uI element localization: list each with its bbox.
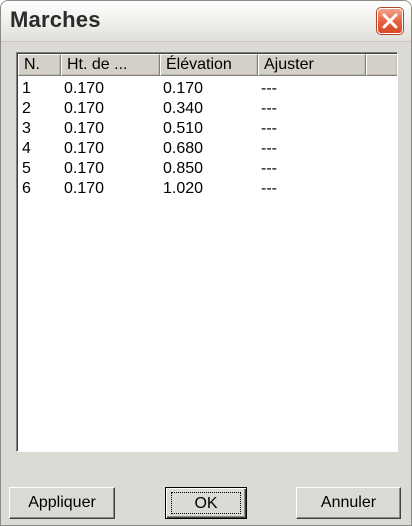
cell-step-height: 0.170 <box>64 160 105 177</box>
cell-elevation: 0.340 <box>163 100 204 117</box>
cell-number: 3 <box>22 120 31 137</box>
cell-adjust: --- <box>261 140 277 157</box>
cell-elevation: 0.170 <box>163 80 204 97</box>
list-row[interactable]: 4 0.170 0.680 --- <box>22 139 392 159</box>
cell-step-height: 0.170 <box>64 120 105 137</box>
cell-adjust: --- <box>261 180 277 197</box>
cell-number: 1 <box>22 80 31 97</box>
cell-elevation: 0.680 <box>163 140 204 157</box>
cell-step-height: 0.170 <box>64 140 105 157</box>
cell-step-height: 0.170 <box>64 180 105 197</box>
cell-elevation: 1.020 <box>163 180 204 197</box>
steps-list[interactable]: N. Ht. de ... Élévation Ajuster 1 0.170 … <box>16 52 398 452</box>
apply-button[interactable]: Appliquer <box>9 487 115 519</box>
title-bar[interactable]: Marches <box>1 1 411 42</box>
list-rows: 1 0.170 0.170 --- 2 0.170 0.340 --- 3 0.… <box>22 79 392 199</box>
dialog-window: Marches N. Ht. de ... Élévation Ajuster … <box>0 0 412 526</box>
list-row[interactable]: 1 0.170 0.170 --- <box>22 79 392 99</box>
close-icon <box>382 13 398 29</box>
list-row[interactable]: 5 0.170 0.850 --- <box>22 159 392 179</box>
column-header-adjust[interactable]: Ajuster <box>258 54 366 76</box>
column-header-step-height[interactable]: Ht. de ... <box>61 54 160 76</box>
cell-number: 5 <box>22 160 31 177</box>
cell-adjust: --- <box>261 100 277 117</box>
list-header: N. Ht. de ... Élévation Ajuster <box>18 54 397 76</box>
column-header-filler <box>366 54 397 76</box>
cell-step-height: 0.170 <box>64 100 105 117</box>
list-row[interactable]: 3 0.170 0.510 --- <box>22 119 392 139</box>
cell-adjust: --- <box>261 160 277 177</box>
ok-button-label: OK <box>171 492 241 514</box>
cell-number: 4 <box>22 140 31 157</box>
cell-adjust: --- <box>261 80 277 97</box>
column-header-number[interactable]: N. <box>18 54 61 76</box>
cell-adjust: --- <box>261 120 277 137</box>
window-title: Marches <box>10 7 101 32</box>
cell-number: 6 <box>22 180 31 197</box>
cell-elevation: 0.850 <box>163 160 204 177</box>
list-row[interactable]: 2 0.170 0.340 --- <box>22 99 392 119</box>
column-header-elevation[interactable]: Élévation <box>160 54 258 76</box>
ok-button[interactable]: OK <box>165 487 247 519</box>
cell-step-height: 0.170 <box>64 80 105 97</box>
cancel-button[interactable]: Annuler <box>296 487 401 519</box>
close-button[interactable] <box>376 7 404 35</box>
list-row[interactable]: 6 0.170 1.020 --- <box>22 179 392 199</box>
cell-number: 2 <box>22 100 31 117</box>
cell-elevation: 0.510 <box>163 120 204 137</box>
